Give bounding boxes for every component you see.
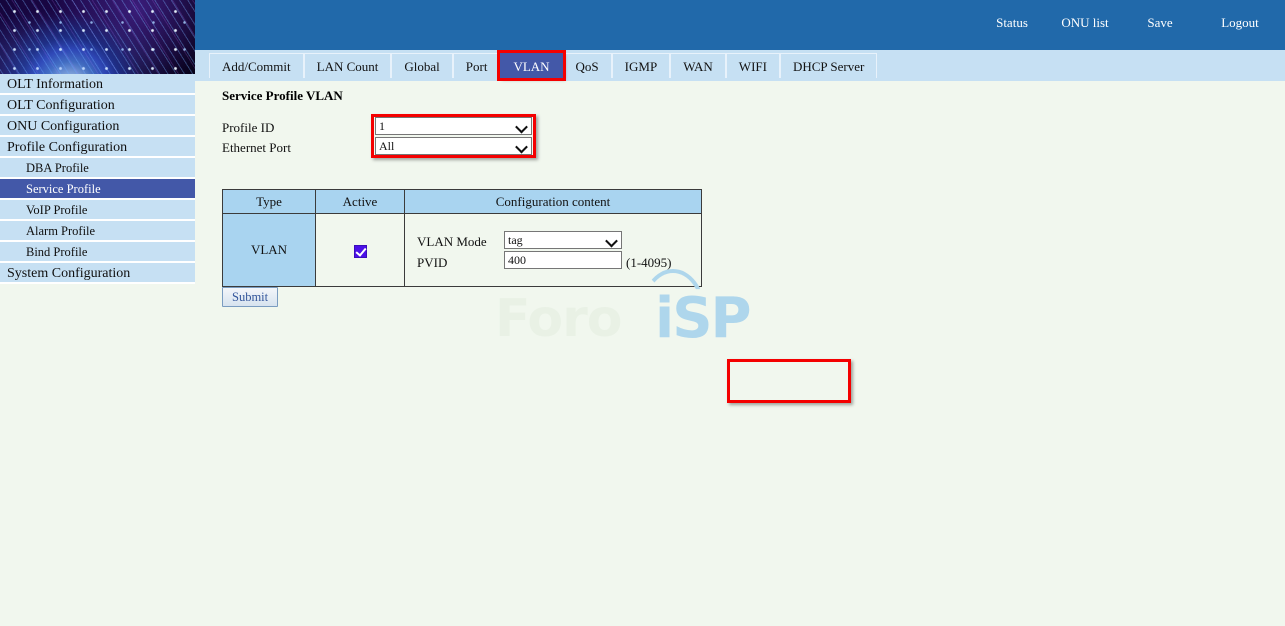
column-header-type: Type [222,189,316,214]
top-header-bar: Status ONU list Save Logout [195,0,1285,50]
sidebar: OLT Information OLT Configuration ONU Conf… [0,74,195,284]
ethernet-port-select[interactable]: All [375,137,532,155]
annotation-box-vlan-config [727,359,851,403]
sidebar-item-system-configuration[interactable]: System Configuration [0,263,195,284]
cell-configuration-content: VLAN Mode tag PVID 400 (1-4095) [404,213,851,403]
vlan-mode-label: VLAN Mode [417,234,487,249]
header-link-logout[interactable]: Logout [1195,15,1285,31]
sidebar-item-olt-information[interactable]: OLT Information [0,74,195,95]
tab-qos[interactable]: QoS [562,53,612,78]
vlan-mode-select[interactable]: tag [504,231,622,249]
sidebar-item-bind-profile[interactable]: Bind Profile [0,242,195,263]
sidebar-item-profile-configuration[interactable]: Profile Configuration [0,137,195,158]
header-link-onu-list[interactable]: ONU list [1045,15,1125,31]
submit-button[interactable]: Submit [222,287,279,307]
tab-wifi[interactable]: WIFI [725,53,780,78]
column-header-active: Active [315,189,405,214]
cell-active [315,213,405,287]
ethernet-port-label: Ethernet Port [222,140,291,155]
pvid-input[interactable]: 400 [504,251,622,269]
tab-lan-count[interactable]: LAN Count [303,53,392,78]
sidebar-item-voip-profile[interactable]: VoIP Profile [0,200,195,221]
tab-add-commit[interactable]: Add/Commit [209,53,304,78]
vlan-configuration-table: Type Active Configuration content VLAN V… [222,189,851,403]
sidebar-item-dba-profile[interactable]: DBA Profile [0,158,195,179]
table-header-row: Type Active Configuration content [222,189,702,214]
header-link-save[interactable]: Save [1125,15,1195,31]
fiber-globe-banner [0,0,195,74]
header-links: Status ONU list Save Logout [979,15,1285,31]
pvid-label: PVID [417,255,448,270]
column-header-configuration-content: Configuration content [404,189,702,214]
main-content: Foro iSP Service Profile VLAN Profile ID… [195,81,1285,626]
sidebar-item-olt-configuration[interactable]: OLT Configuration [0,95,195,116]
header-link-status[interactable]: Status [979,15,1045,31]
tab-bar: Add/Commit LAN Count Global Port VLAN QoS IGMP… [195,50,1285,81]
pvid-range-hint: (1-4095) [626,255,672,270]
tab-dhcp-server[interactable]: DHCP Server [779,53,878,78]
tab-port[interactable]: Port [452,53,501,78]
active-checkbox[interactable] [353,244,367,258]
profile-id-select[interactable]: 1 [375,117,532,135]
tab-vlan[interactable]: VLAN [497,50,566,81]
page-root: OLT Information OLT Configuration ONU Conf… [0,0,1285,626]
watermark-foro-text: Foro [495,289,623,349]
tab-global[interactable]: Global [391,53,453,78]
watermark-isp-text: iSP [655,286,752,351]
sidebar-item-service-profile[interactable]: Service Profile [0,179,195,200]
tab-igmp[interactable]: IGMP [611,53,671,78]
sidebar-item-onu-configuration[interactable]: ONU Configuration [0,116,195,137]
page-title: Service Profile VLAN [222,88,343,103]
sidebar-item-alarm-profile[interactable]: Alarm Profile [0,221,195,242]
globe-glow-graphic [0,0,195,74]
cell-type-vlan: VLAN [222,213,316,287]
table-row: VLAN VLAN Mode tag PVID 400 (1-4095) [222,213,851,403]
tab-wan[interactable]: WAN [670,53,726,78]
profile-id-label: Profile ID [222,120,275,135]
